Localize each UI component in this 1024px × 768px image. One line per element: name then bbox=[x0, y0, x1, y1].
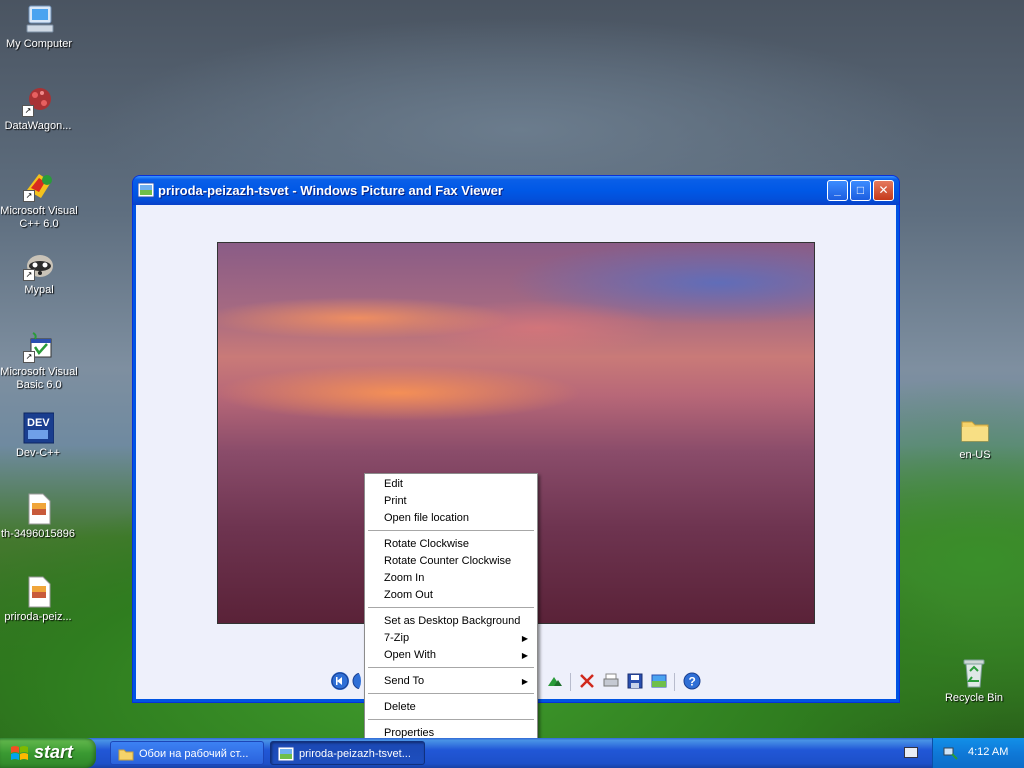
recycle-bin-icon bbox=[958, 657, 990, 689]
desktop-icon-label: Dev-C++ bbox=[15, 447, 61, 459]
title-bar[interactable]: priroda-peizazh-tsvet - Windows Picture … bbox=[133, 176, 899, 205]
desktop-icon-label: Microsoft Visual Basic 6.0 bbox=[0, 366, 78, 391]
taskbar-task-wallpaper-folder[interactable]: Обои на рабочий ст... bbox=[110, 741, 264, 765]
menu-separator bbox=[368, 607, 534, 608]
menu-item-send-to[interactable]: Send To ▶ bbox=[367, 673, 535, 690]
network-icon[interactable] bbox=[943, 745, 959, 761]
shortcut-arrow-icon: ↗ bbox=[22, 105, 34, 117]
picture-viewer-icon bbox=[137, 182, 155, 198]
menu-item-delete[interactable]: Delete bbox=[367, 699, 535, 716]
menu-item-print[interactable]: Print bbox=[367, 493, 535, 510]
menu-item-zoom-out[interactable]: Zoom Out bbox=[367, 587, 535, 604]
datawagon-icon: ↗ bbox=[22, 85, 54, 117]
minimize-button[interactable]: _ bbox=[827, 180, 848, 201]
desktop-icon-label: Mypal bbox=[24, 284, 54, 296]
image-file-icon bbox=[22, 493, 54, 525]
desktop-icon-label: Recycle Bin bbox=[944, 692, 1004, 704]
desktop-icon-visual-cpp[interactable]: ↗ Microsoft Visual C++ 6.0 bbox=[0, 170, 79, 231]
menu-item-open-file-location[interactable]: Open file location bbox=[367, 510, 535, 527]
computer-icon bbox=[23, 3, 55, 35]
desktop-icon-label: th-3496015896 bbox=[0, 528, 75, 540]
start-label: start bbox=[34, 742, 74, 762]
edit-image-button[interactable] bbox=[650, 672, 668, 690]
save-button[interactable] bbox=[626, 672, 644, 690]
shortcut-arrow-icon: ↗ bbox=[23, 351, 35, 363]
menu-separator bbox=[368, 530, 534, 531]
task-label: Обои на рабочий ст... bbox=[139, 748, 249, 760]
rotate-icon bbox=[548, 677, 562, 686]
system-tray: 4:12 AM bbox=[932, 738, 1024, 768]
image-file-icon bbox=[22, 576, 54, 608]
task-label: priroda-peizazh-tsvet... bbox=[299, 748, 411, 760]
dev-cpp-icon: DEV bbox=[22, 412, 55, 444]
menu-separator bbox=[368, 667, 534, 668]
rotate-counterclockwise-button[interactable] bbox=[546, 672, 564, 690]
desktop-icon-label: My Computer bbox=[5, 38, 73, 50]
svg-text:?: ? bbox=[689, 675, 696, 689]
raccoon-icon: ↗ bbox=[23, 249, 55, 281]
menu-separator bbox=[368, 693, 534, 694]
close-button[interactable]: ✕ bbox=[873, 180, 894, 201]
submenu-arrow-icon: ▶ bbox=[521, 677, 528, 686]
keyboard-icon[interactable] bbox=[904, 747, 918, 758]
clock[interactable]: 4:12 AM bbox=[968, 746, 1008, 758]
delete-icon bbox=[580, 674, 594, 688]
delete-button[interactable] bbox=[578, 672, 596, 690]
menu-item-rotate-clockwise[interactable]: Rotate Clockwise bbox=[367, 536, 535, 553]
taskbar: start Обои на рабочий ст... priroda-peiz… bbox=[0, 738, 1024, 768]
desktop-icon-priroda[interactable]: priroda-peiz... bbox=[0, 576, 78, 624]
menu-item-rotate-counter-clockwise[interactable]: Rotate Counter Clockwise bbox=[367, 553, 535, 570]
picture-viewer-icon bbox=[278, 746, 294, 762]
desktop-icon-dev-cpp[interactable]: DEV Dev-C++ bbox=[0, 412, 78, 460]
submenu-arrow-icon: ▶ bbox=[521, 651, 528, 660]
desktop-icon-datawagon[interactable]: ↗ DataWagon... bbox=[0, 85, 78, 133]
menu-item-zoom-in[interactable]: Zoom In bbox=[367, 570, 535, 587]
print-button[interactable] bbox=[602, 672, 620, 690]
previous-icon bbox=[331, 672, 349, 690]
visual-cpp-icon: ↗ bbox=[23, 170, 55, 202]
submenu-arrow-icon: ▶ bbox=[521, 634, 528, 643]
desktop-icon-label: DataWagon... bbox=[4, 120, 72, 132]
menu-item-7zip[interactable]: 7-Zip ▶ bbox=[367, 630, 535, 647]
desktop-icon-recycle-bin[interactable]: Recycle Bin bbox=[934, 657, 1014, 705]
shortcut-arrow-icon: ↗ bbox=[23, 190, 35, 202]
save-icon bbox=[627, 673, 643, 689]
desktop-icon-my-computer[interactable]: My Computer bbox=[0, 3, 79, 51]
maximize-button[interactable]: □ bbox=[850, 180, 871, 201]
desktop-icon-label: priroda-peiz... bbox=[4, 611, 72, 623]
desktop-icon-visual-basic[interactable]: ↗ Microsoft Visual Basic 6.0 bbox=[0, 331, 79, 392]
window-title: priroda-peizazh-tsvet - Windows Picture … bbox=[158, 183, 503, 198]
previous-image-button[interactable] bbox=[331, 672, 349, 690]
desktop-icon-mypal[interactable]: ↗ Mypal bbox=[0, 249, 79, 297]
help-icon: ? bbox=[683, 672, 701, 690]
desktop-icon-label: en-US bbox=[959, 449, 991, 461]
folder-icon bbox=[959, 414, 991, 446]
menu-separator bbox=[368, 719, 534, 720]
help-button[interactable]: ? bbox=[683, 672, 701, 690]
toolbar-separator bbox=[570, 673, 571, 691]
windows-flag-icon bbox=[11, 746, 28, 760]
next-icon bbox=[352, 672, 361, 690]
menu-item-open-with[interactable]: Open With ▶ bbox=[367, 647, 535, 664]
desktop-icon-en-us[interactable]: en-US bbox=[935, 414, 1015, 462]
toolbar-separator bbox=[674, 673, 675, 691]
svg-text:DEV: DEV bbox=[27, 417, 50, 429]
desktop-icon-th-image[interactable]: th-3496015896 bbox=[0, 493, 78, 541]
edit-icon bbox=[651, 674, 667, 688]
taskbar-task-picture-viewer[interactable]: priroda-peizazh-tsvet... bbox=[270, 741, 425, 765]
context-menu: Edit Print Open file location Rotate Clo… bbox=[364, 473, 538, 744]
desktop-icon-label: Microsoft Visual C++ 6.0 bbox=[0, 205, 78, 230]
print-icon bbox=[603, 673, 619, 687]
menu-item-set-desktop-background[interactable]: Set as Desktop Background bbox=[367, 613, 535, 630]
next-image-button[interactable] bbox=[352, 672, 361, 690]
shortcut-arrow-icon: ↗ bbox=[23, 269, 35, 281]
folder-icon bbox=[118, 749, 134, 761]
menu-item-edit[interactable]: Edit bbox=[367, 476, 535, 493]
visual-basic-icon: ↗ bbox=[23, 331, 55, 363]
start-button[interactable]: start bbox=[0, 738, 96, 768]
